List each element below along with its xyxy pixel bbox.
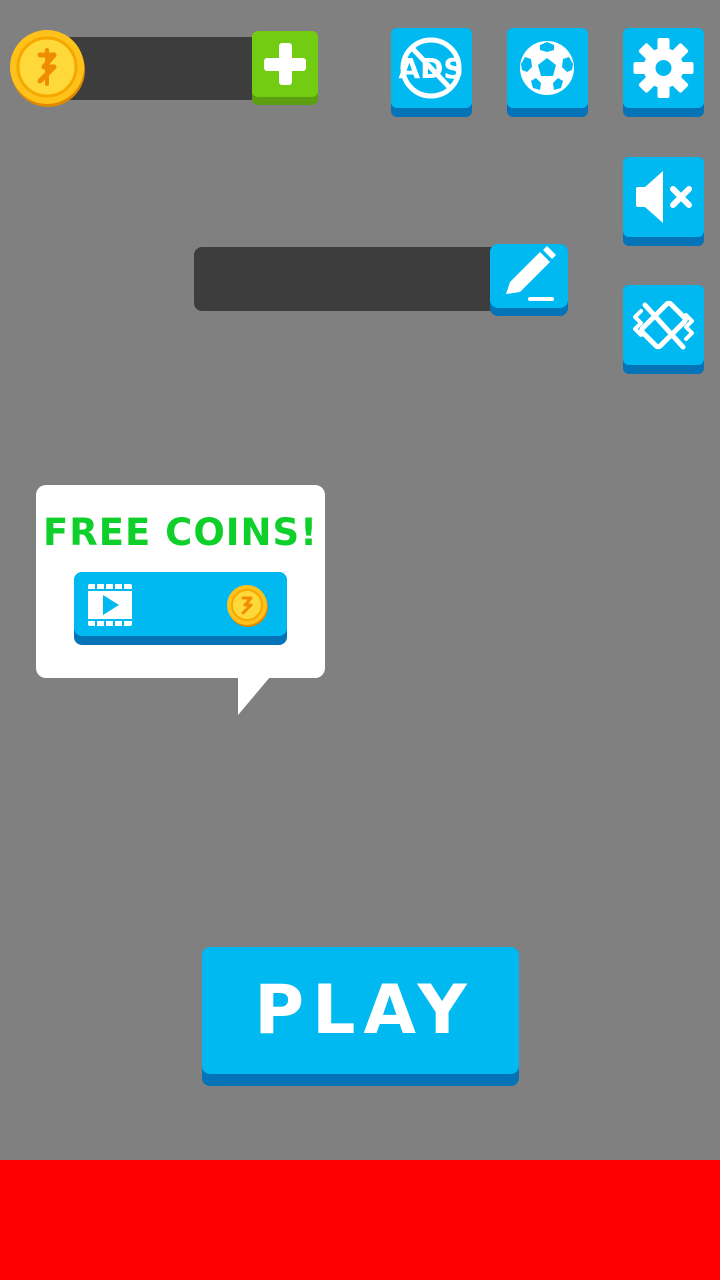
- coin-icon: [8, 28, 88, 108]
- edit-name-button[interactable]: [490, 244, 568, 316]
- play-label: PLAY: [254, 971, 475, 1050]
- plus-icon: [264, 43, 306, 85]
- soccer-ball-icon: [520, 41, 574, 95]
- add-coins-button[interactable]: [252, 31, 318, 105]
- gear-icon: [633, 38, 694, 98]
- pencil-icon: [506, 246, 556, 301]
- ball-select-button[interactable]: [507, 28, 588, 117]
- free-coins-panel: FREE COINS!: [36, 485, 325, 678]
- video-play-icon: [88, 583, 132, 627]
- ad-banner[interactable]: [0, 1160, 720, 1280]
- coin-icon: [227, 585, 268, 627]
- no-ads-button[interactable]: ADS: [391, 28, 472, 117]
- watch-video-button[interactable]: [74, 572, 287, 645]
- no-ads-icon: ADS: [398, 37, 464, 99]
- sound-muted-icon: [636, 171, 692, 223]
- sound-toggle-button[interactable]: [623, 157, 704, 246]
- vibration-off-icon: [633, 300, 694, 350]
- settings-button[interactable]: [623, 28, 704, 117]
- player-name-field[interactable]: [194, 247, 524, 311]
- free-coins-title: FREE COINS!: [42, 511, 319, 554]
- game-main-menu: ADS: [0, 0, 720, 1280]
- bubble-tail: [238, 677, 270, 715]
- play-button[interactable]: PLAY: [202, 947, 519, 1086]
- vibration-toggle-button[interactable]: [623, 285, 704, 374]
